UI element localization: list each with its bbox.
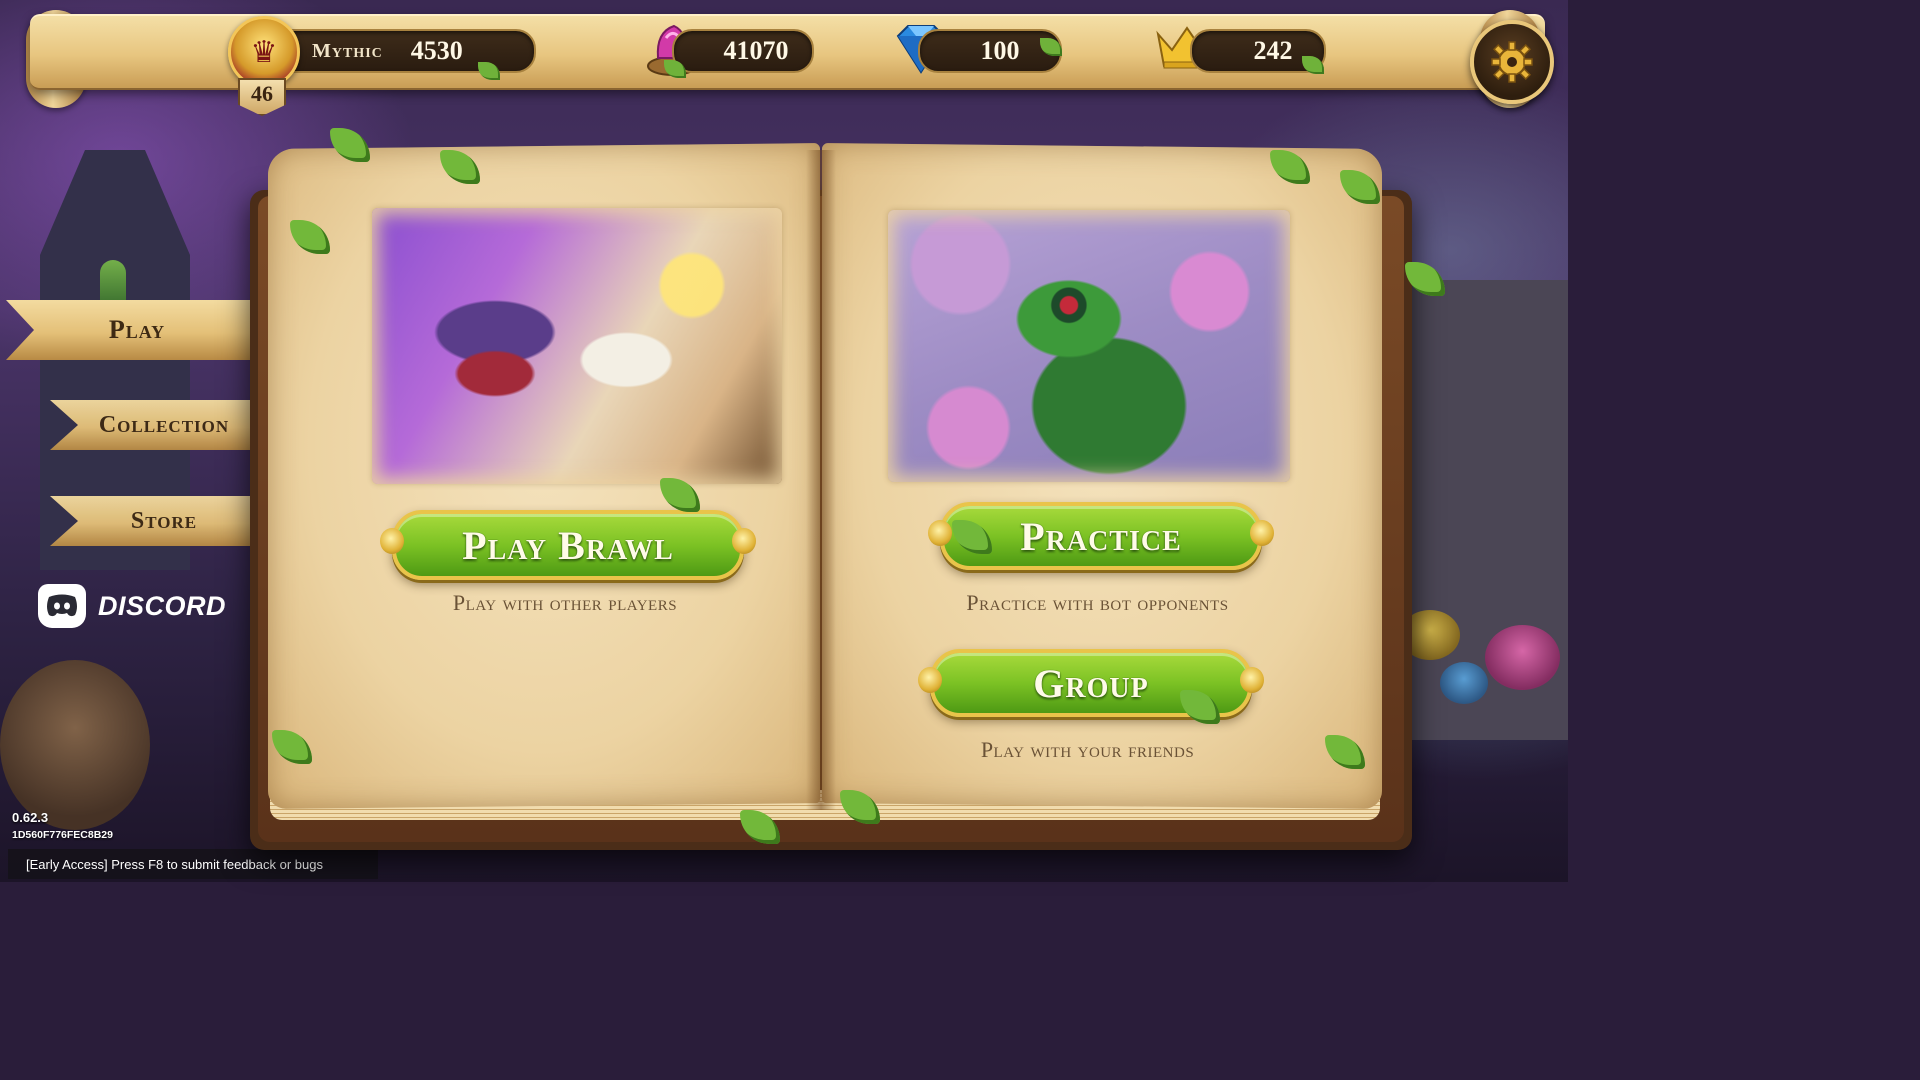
book-spine (806, 150, 836, 810)
rank-emblem-icon[interactable]: ♛ (228, 16, 300, 88)
diamonds-count: 100 (980, 36, 1020, 65)
gems-count: 41070 (723, 36, 789, 65)
practice-artwork[interactable] (888, 210, 1290, 482)
build-id: 1D560F776FEC8B29 (12, 829, 113, 841)
gear-icon (1491, 41, 1533, 83)
discord-link[interactable]: DISCORD (38, 584, 226, 628)
crowns-count: 242 (1253, 36, 1293, 65)
discord-label: DISCORD (98, 590, 227, 621)
play-brawl-subtitle: Play with other players (452, 590, 678, 615)
button-cap (918, 667, 942, 693)
button-cap (380, 528, 404, 554)
diamonds-display: 100 (918, 29, 1062, 73)
button-cap (1240, 667, 1264, 693)
background-character (1440, 662, 1488, 704)
background-character (1485, 625, 1560, 690)
rank-points: 4530 (410, 36, 463, 65)
discord-icon (38, 584, 86, 628)
button-cap (732, 528, 756, 554)
group-subtitle: Play with your friends (980, 737, 1195, 762)
nav-collection-label: Collection (98, 411, 230, 438)
practice-label: Practice (1020, 513, 1182, 559)
gems-display: 41070 (672, 29, 814, 73)
play-brawl-artwork[interactable] (372, 208, 782, 484)
early-access-notice: [Early Access] Press F8 to submit feedba… (8, 849, 378, 879)
play-brawl-button[interactable]: Play Brawl (380, 510, 756, 580)
nav-collection[interactable]: Collection (50, 400, 268, 450)
practice-subtitle: Practice with bot opponents (966, 590, 1229, 615)
background-character (0, 660, 150, 830)
rank-label: Mythic (312, 39, 383, 62)
version-number: 0.62.3 (12, 810, 49, 825)
nav-play[interactable]: Play (6, 300, 268, 360)
nav-store-label: Store (130, 507, 198, 534)
button-cap (1250, 520, 1274, 546)
button-cap (928, 520, 952, 546)
nav-store[interactable]: Store (50, 496, 268, 546)
tower-window (100, 260, 126, 306)
settings-button[interactable] (1470, 20, 1554, 104)
nav-play-label: Play (108, 315, 166, 344)
group-label: Group (1033, 660, 1149, 706)
play-brawl-label: Play Brawl (462, 522, 674, 568)
